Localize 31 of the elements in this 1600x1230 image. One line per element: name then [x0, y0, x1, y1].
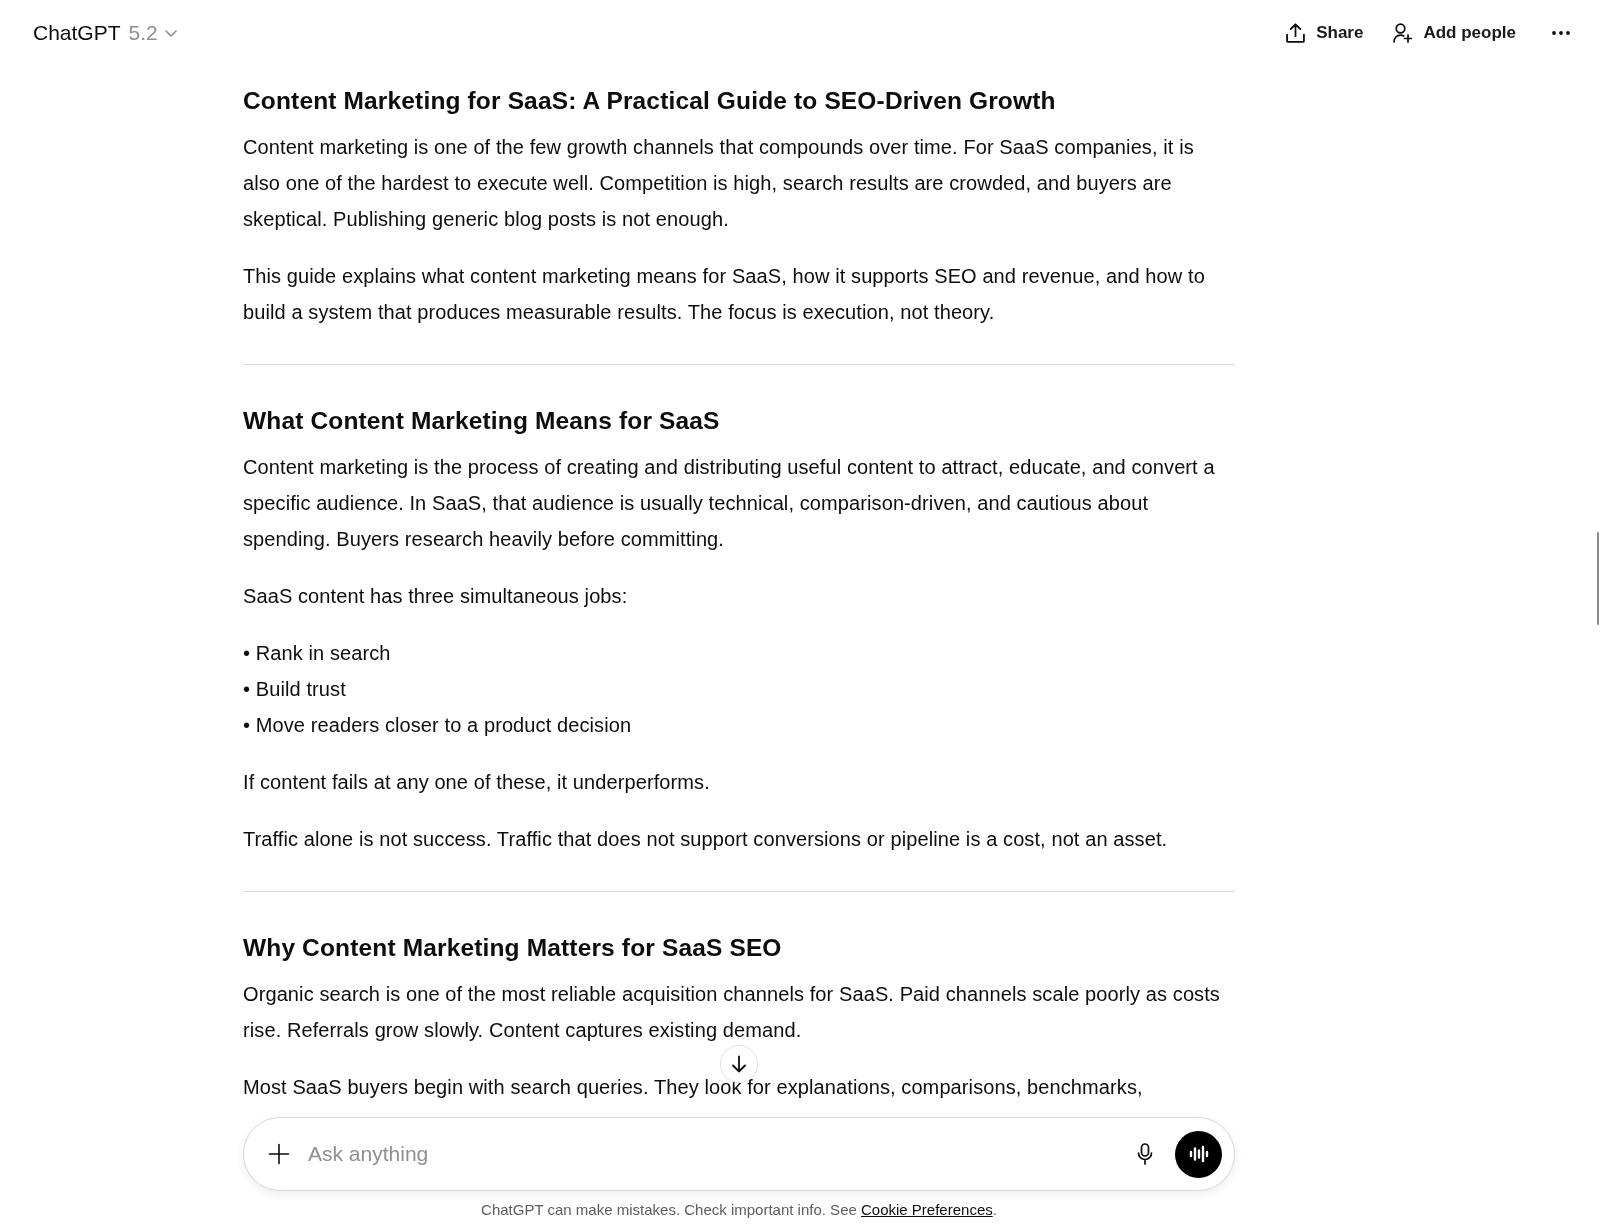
- message-input[interactable]: Ask anything: [308, 1138, 1131, 1170]
- paragraph: Content marketing is the process of creating and distributing useful content to attract, educate, and convert a specific audience. In SaaS, that audience is usually technical, comparison-driven, and cautious about spending. Buyers research heavily before committing.: [243, 455, 1216, 552]
- paragraph: SaaS content has three simultaneous jobs:: [243, 584, 629, 609]
- paragraph: Organic search is one of the most reliable acquisition channels for SaaS. Paid channels scale poorly as costs rise. Referrals grow slowly. Content captures existing demand.: [243, 982, 1221, 1043]
- more-dots-icon: [1552, 31, 1570, 35]
- paragraph: If content fails at any one of these, it underperforms.: [243, 770, 711, 795]
- person-add-icon: [1393, 23, 1413, 43]
- composer-bar[interactable]: Ask anything: [243, 1117, 1235, 1191]
- paragraph: Most SaaS buyers begin with search queries. They look for explanations, comparisons, benchmarks,: [243, 1075, 1144, 1100]
- voice-mode-button[interactable]: [1175, 1130, 1222, 1178]
- list-item: • Build trust: [243, 677, 347, 702]
- arrow-down-icon: [731, 1055, 747, 1073]
- model-selector[interactable]: ChatGPT 5.2: [24, 15, 186, 51]
- waveform-icon: [1188, 1145, 1209, 1163]
- paragraph: This guide explains what content marketing means for SaaS, how it supports SEO and revenue, and how to build a system that produces measurable results. The focus is execution, not theory.: [243, 264, 1206, 325]
- section-heading: What Content Marketing Means for SaaS: [243, 406, 721, 436]
- plus-icon: [268, 1143, 290, 1165]
- section-heading: Why Content Marketing Matters for SaaS SEO: [243, 933, 783, 963]
- paragraph: Content marketing is one of the few growth channels that compounds over time. For SaaS companies, it is also one of the hardest to execute well. Competition is high, search results are crowded, and buyers are skeptical. Publishing generic blog posts is not enough.: [243, 135, 1195, 232]
- paragraph: Traffic alone is not success. Traffic that does not support conversions or pipeline is a cost, not an asset.: [243, 827, 1169, 852]
- microphone-icon: [1137, 1143, 1153, 1165]
- upload-icon: [1286, 23, 1306, 43]
- list-item: • Rank in search: [243, 641, 392, 666]
- list-item: • Move readers closer to a product decision: [243, 713, 633, 738]
- share-button[interactable]: Share: [1278, 16, 1372, 50]
- disclaimer-text: ChatGPT can make mistakes. Check important info. See Cookie Preferences.: [480, 1200, 998, 1220]
- chevron-down-icon: [164, 29, 177, 37]
- add-people-button[interactable]: Add people: [1385, 16, 1524, 50]
- section-heading: Content Marketing for SaaS: A Practical Guide to SEO-Driven Growth: [243, 86, 1057, 116]
- scrollbar-thumb[interactable]: [1597, 532, 1599, 625]
- cookie-preferences-link[interactable]: Cookie Preferences: [861, 1201, 993, 1218]
